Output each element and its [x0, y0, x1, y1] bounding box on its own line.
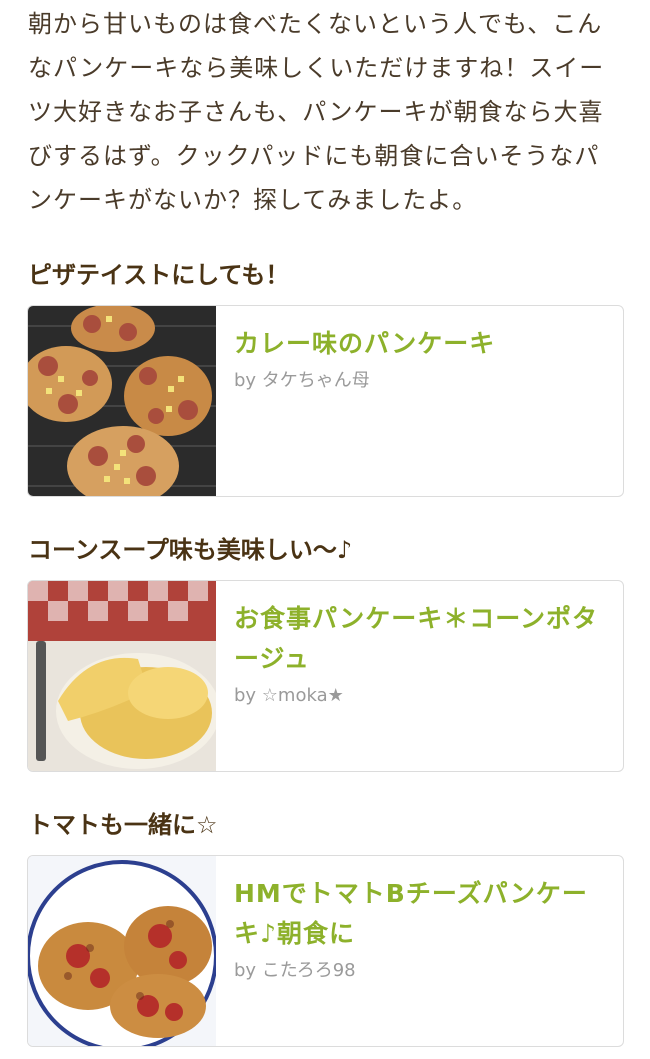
- intro-paragraph: 朝から甘いものは食べたくないという人でも、こん なパンケーキなら美味しくいただけ…: [28, 2, 628, 222]
- intro-line: ツ大好きなお子さんも、パンケーキが朝食なら大喜: [28, 98, 604, 126]
- intro-line: ンケーキがないか？探してみましたよ。: [28, 186, 478, 214]
- pizza-pancake-photo[interactable]: [28, 306, 216, 496]
- corn-pancake-photo[interactable]: [28, 581, 216, 771]
- recipe-title-link[interactable]: HMでトマトBチーズパンケーキ♪朝食に: [234, 874, 606, 954]
- recipe-author: by こたろろ98: [234, 960, 356, 981]
- recipe-title-link[interactable]: カレー味のパンケーキ: [234, 324, 606, 364]
- recipe-card-corn[interactable]: お食事パンケーキ＊コーンポタージュ by ☆moka★: [27, 580, 624, 772]
- recipe-author: by タケちゃん母: [234, 370, 370, 391]
- intro-line: 朝から甘いものは食べたくないという人でも、こん: [28, 10, 603, 38]
- recipe-title-link[interactable]: お食事パンケーキ＊コーンポタージュ: [234, 599, 606, 679]
- tomato-pancake-photo[interactable]: [28, 856, 216, 1046]
- intro-line: びするはず。クックパッドにも朝食に合いそうなパ: [28, 142, 600, 170]
- recipe-card-tomato[interactable]: HMでトマトBチーズパンケーキ♪朝食に by こたろろ98: [27, 855, 624, 1047]
- section-heading-tomato: トマトも一緒に☆: [28, 811, 218, 839]
- recipe-card-curry[interactable]: カレー味のパンケーキ by タケちゃん母: [27, 305, 624, 497]
- intro-line: なパンケーキなら美味しくいただけますね！スイー: [28, 54, 605, 82]
- section-heading-pizza: ピザテイストにしても！: [28, 261, 290, 289]
- recipe-author: by ☆moka★: [234, 685, 344, 706]
- section-heading-corn: コーンスープ味も美味しい〜♪: [28, 536, 353, 564]
